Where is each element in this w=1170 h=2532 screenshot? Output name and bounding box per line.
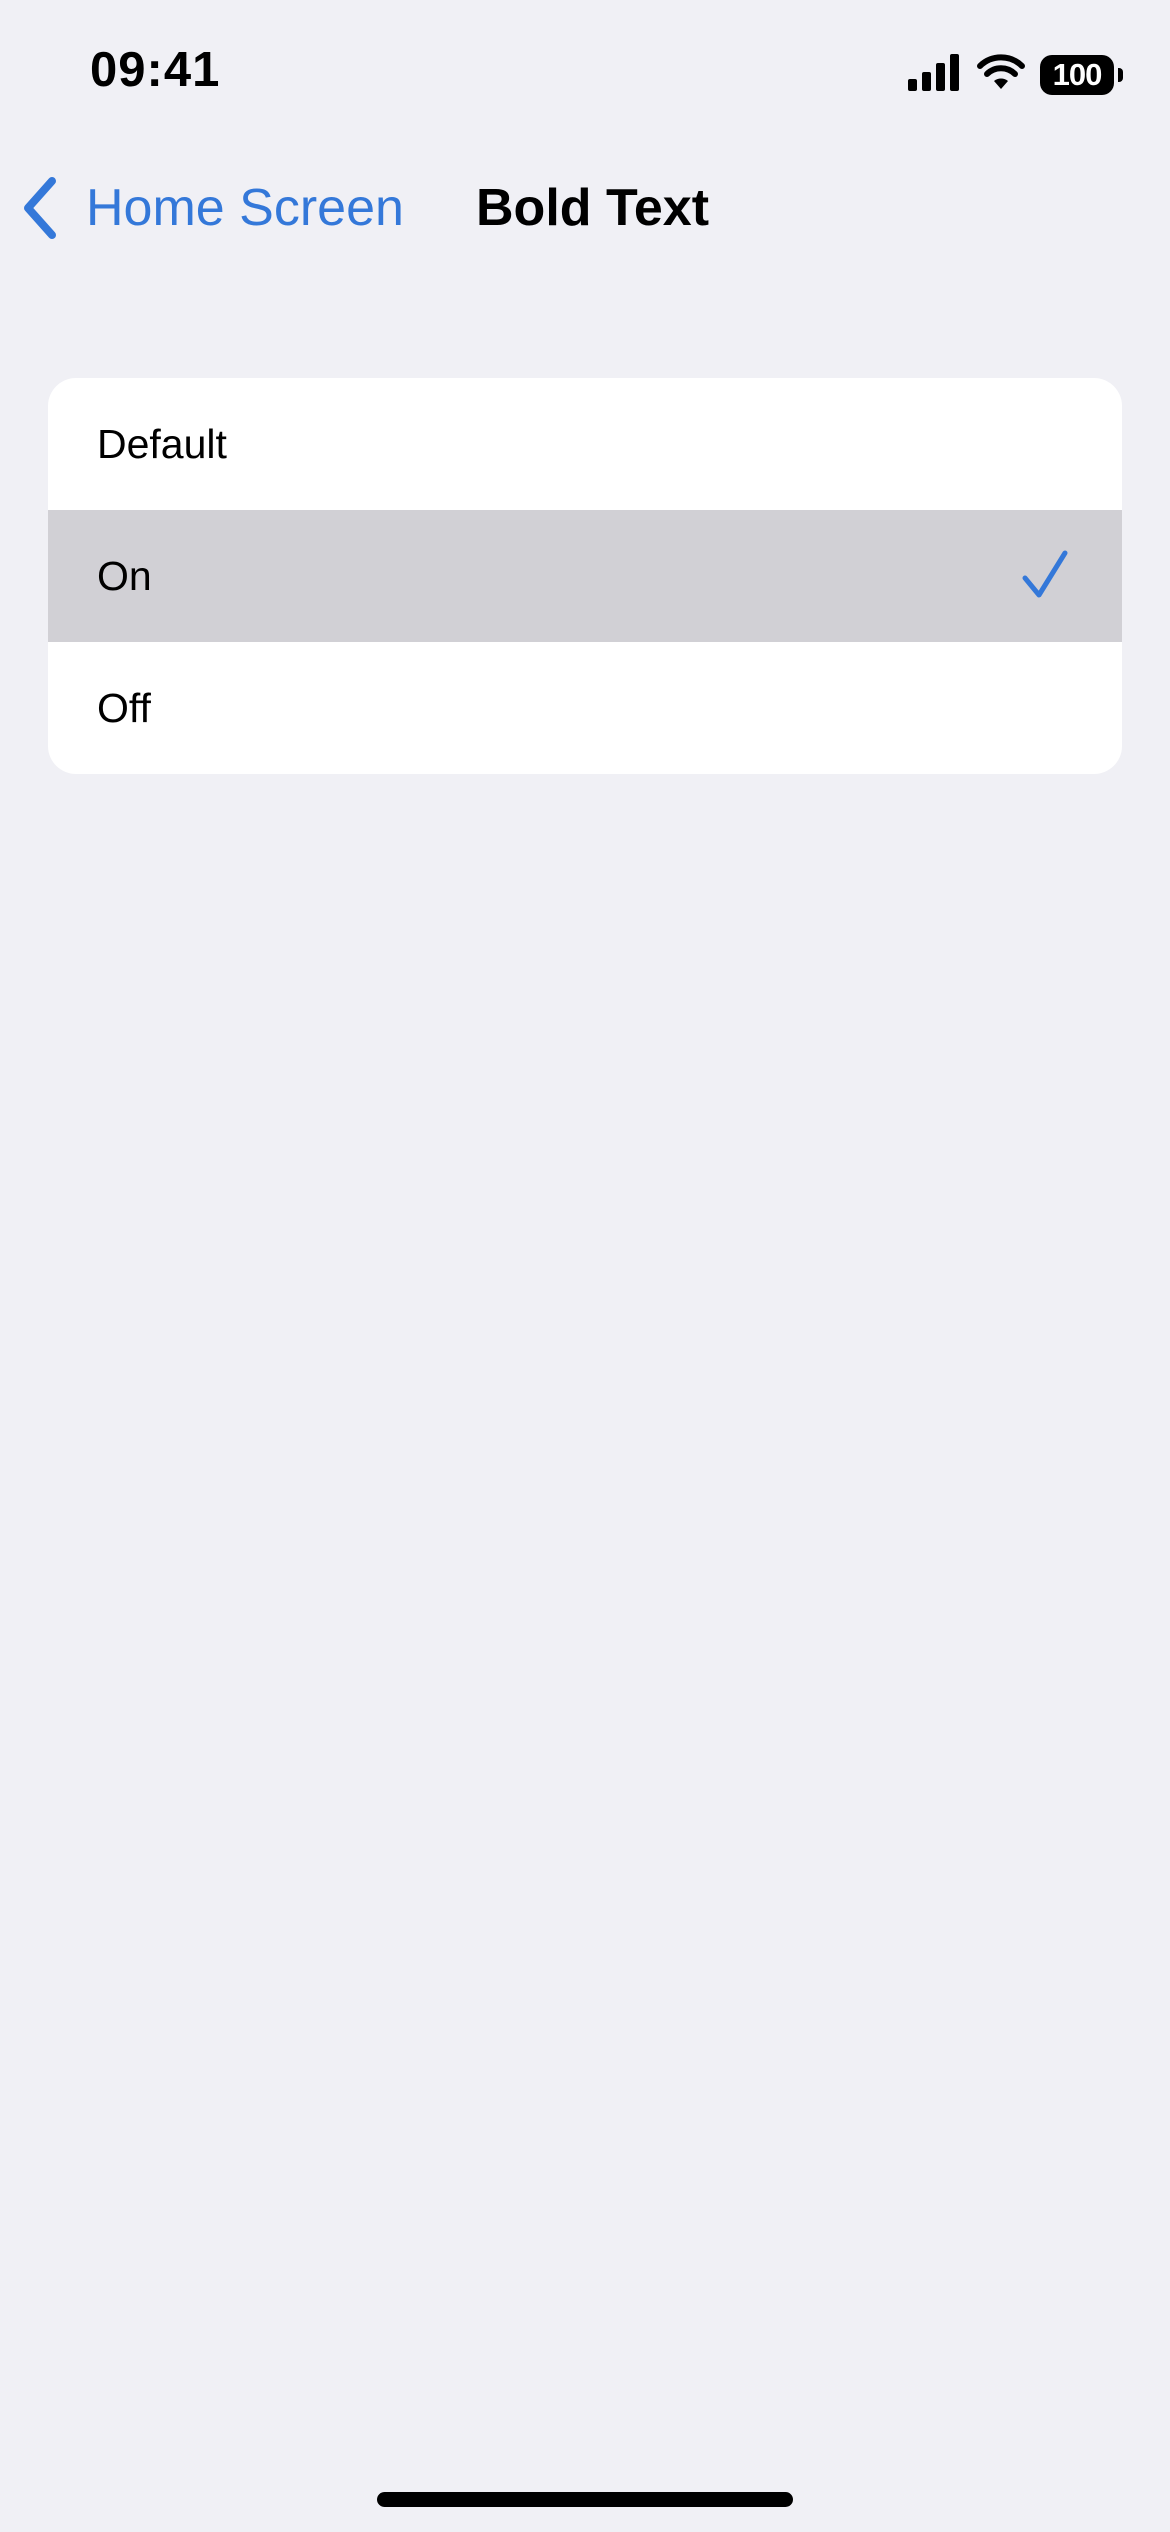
checkmark-icon	[1022, 550, 1068, 600]
wifi-icon	[976, 53, 1026, 96]
option-label: Off	[97, 684, 151, 731]
back-button-label: Home Screen	[86, 179, 404, 237]
status-icons: 100	[908, 52, 1123, 97]
option-label: On	[97, 552, 152, 599]
cellular-signal-icon	[908, 53, 962, 96]
home-indicator[interactable]	[377, 2492, 793, 2507]
back-button[interactable]: Home Screen	[22, 174, 404, 242]
bold-text-options: Default On Off	[48, 378, 1122, 774]
battery-icon: 100	[1040, 54, 1123, 95]
page-title: Bold Text	[476, 179, 710, 237]
status-bar: 09:41 100	[0, 0, 1170, 150]
option-off[interactable]: Off	[48, 642, 1122, 774]
chevron-left-icon	[22, 176, 66, 240]
navigation-bar: Home Screen Bold Text	[0, 150, 1170, 265]
status-time: 09:41	[90, 43, 221, 97]
option-label: Default	[97, 420, 227, 467]
option-default[interactable]: Default	[48, 378, 1122, 510]
battery-level: 100	[1052, 56, 1103, 92]
option-on[interactable]: On	[48, 510, 1122, 642]
